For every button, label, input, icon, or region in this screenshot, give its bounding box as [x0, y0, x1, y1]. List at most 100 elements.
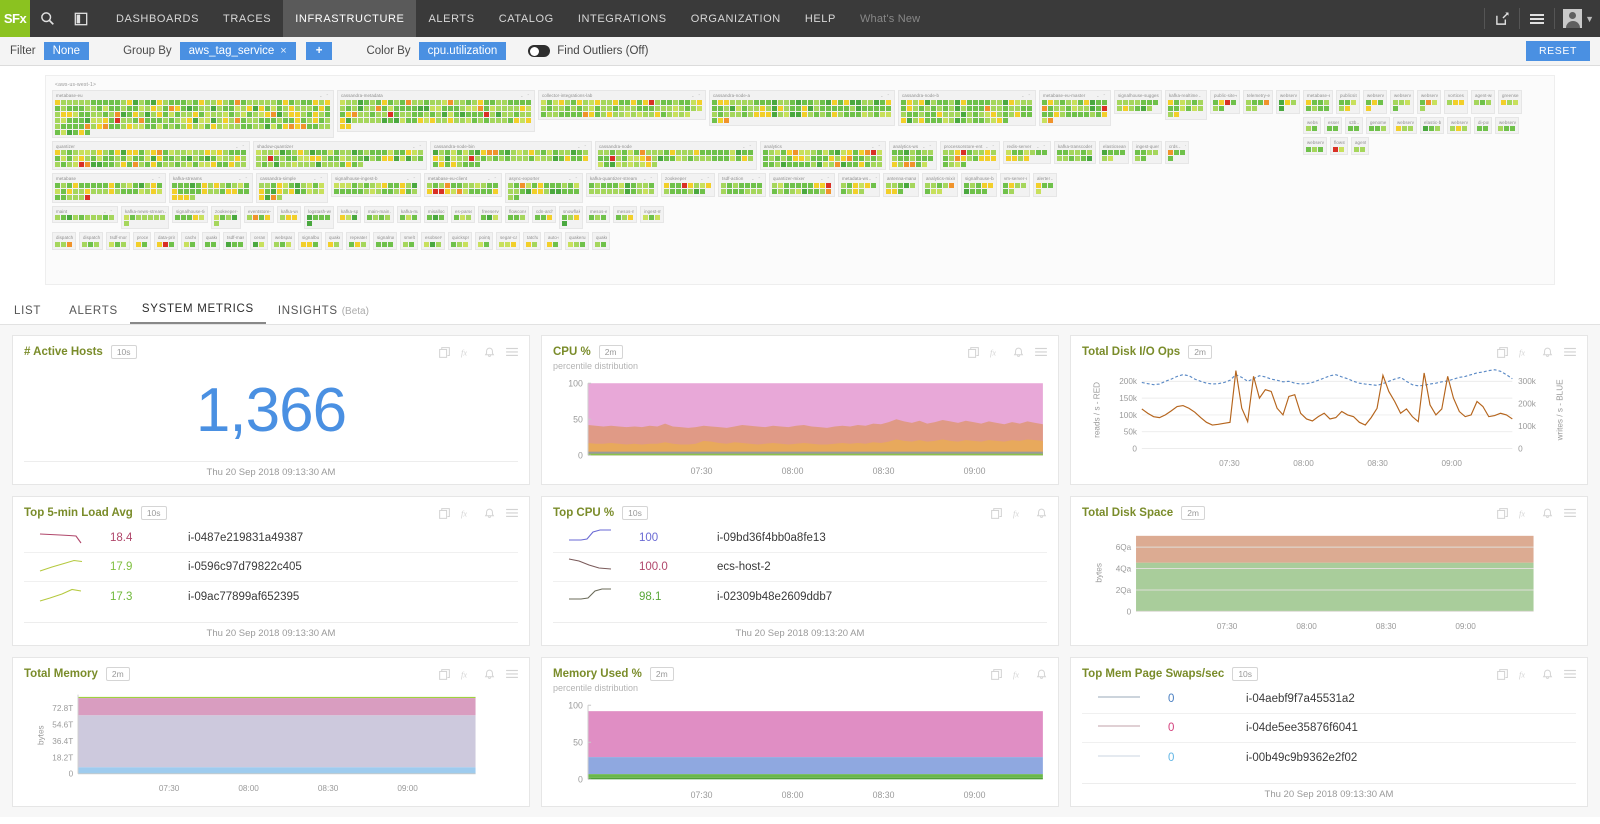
heatmap-cell[interactable]: [817, 156, 822, 161]
heatmap-cell[interactable]: [763, 162, 768, 167]
heatmap-group[interactable]: kafka-manager-2⌄ ⌃: [397, 205, 421, 223]
sidebar-toggle-icon[interactable]: [64, 0, 98, 37]
heatmap-group-controls-icon[interactable]: ⌄ ⌃: [577, 144, 588, 149]
heatmap-cell[interactable]: [508, 188, 513, 194]
heatmap-cell[interactable]: [235, 99, 240, 105]
heatmap-cell[interactable]: [394, 188, 399, 194]
heatmap-cell[interactable]: [301, 111, 306, 117]
heatmap-cell[interactable]: [355, 241, 360, 247]
heatmap-cell[interactable]: [1141, 105, 1146, 111]
heatmap-cell[interactable]: [835, 156, 840, 161]
heatmap-group-controls-icon[interactable]: ⌄ ⌃: [520, 93, 531, 98]
heatmap-cell[interactable]: [313, 105, 318, 111]
heatmap-cell[interactable]: [742, 150, 747, 155]
heatmap-cell[interactable]: [619, 188, 624, 194]
heatmap-cell[interactable]: [364, 182, 369, 188]
heatmap-cell[interactable]: [619, 105, 624, 111]
heatmap-group[interactable]: quantizer ⌄ ⌃: [52, 140, 250, 170]
heatmap-root[interactable]: <aws-us-west-1> metabase-eu ⌄ ⌃ cassandra-…: [45, 75, 1555, 285]
heatmap-cell[interactable]: [607, 99, 612, 105]
heatmap-cell[interactable]: [880, 111, 885, 117]
heatmap-cell[interactable]: [571, 111, 576, 117]
heatmap-cell[interactable]: [121, 188, 126, 194]
heatmap-cell[interactable]: [103, 123, 108, 129]
heatmap-cell[interactable]: [1009, 182, 1014, 188]
nav-item-organization[interactable]: ORGANIZATION: [679, 0, 793, 37]
filter-value-button[interactable]: None: [43, 42, 90, 60]
heatmap-cell[interactable]: [1174, 99, 1179, 105]
heatmap-cell[interactable]: [151, 188, 156, 194]
heatmap-cell[interactable]: [115, 162, 120, 167]
heatmap-cell[interactable]: [292, 156, 297, 161]
duplicate-icon[interactable]: [439, 668, 450, 680]
heatmap-cell[interactable]: [412, 182, 417, 188]
heatmap-cell[interactable]: [289, 111, 294, 117]
heatmap-cell[interactable]: [307, 117, 312, 123]
heatmap-cell[interactable]: [85, 194, 90, 200]
heatmap-cell[interactable]: [637, 99, 642, 105]
heatmap-cell[interactable]: [778, 105, 783, 111]
heatmap-cell[interactable]: [184, 188, 189, 194]
heatmap-group[interactable]: mesos-node-core⌄ ⌃: [613, 205, 637, 223]
heatmap-cell[interactable]: [718, 99, 723, 105]
heatmap-cell[interactable]: [568, 182, 573, 188]
heatmap-cell[interactable]: [292, 215, 297, 220]
heatmap-cell[interactable]: [268, 150, 273, 155]
heatmap-cell[interactable]: [652, 156, 657, 161]
heatmap-cell[interactable]: [346, 156, 351, 161]
heatmap-cell[interactable]: [613, 111, 618, 117]
heatmap-cell[interactable]: [814, 182, 819, 188]
heatmap-cell[interactable]: [712, 105, 717, 111]
heatmap-cell[interactable]: [532, 241, 537, 247]
heatmap-cell[interactable]: [820, 182, 825, 188]
heatmap-cell[interactable]: [127, 111, 132, 117]
heatmap-cell[interactable]: [388, 182, 393, 188]
heatmap-cell[interactable]: [484, 105, 489, 111]
heatmap-cell[interactable]: [55, 162, 60, 167]
heatmap-cell[interactable]: [961, 99, 966, 105]
heatmap-cell[interactable]: [478, 105, 483, 111]
heatmap-cell[interactable]: [700, 156, 705, 161]
heatmap-cell[interactable]: [346, 215, 351, 220]
heatmap-cell[interactable]: [211, 150, 216, 155]
heatmap-cell[interactable]: [1048, 111, 1053, 117]
heatmap-cell[interactable]: [181, 117, 186, 123]
heatmap-cell[interactable]: [139, 105, 144, 111]
heatmap-cell[interactable]: [1063, 156, 1068, 161]
heatmap-group[interactable]: eventstore-ws⌄ ⌃: [244, 205, 274, 223]
heatmap-cell[interactable]: [577, 111, 582, 117]
heatmap-cell[interactable]: [442, 99, 447, 105]
heatmap-cell[interactable]: [961, 150, 966, 155]
heatmap-cell[interactable]: [997, 99, 1002, 105]
heatmap-cell[interactable]: [307, 215, 312, 220]
heatmap-cell[interactable]: [985, 111, 990, 117]
nav-item-infrastructure[interactable]: INFRASTRUCTURE: [283, 0, 417, 37]
heatmap-cell[interactable]: [61, 117, 66, 123]
heatmap-cell[interactable]: [976, 182, 981, 188]
heatmap-cell[interactable]: [187, 111, 192, 117]
heatmap-cell[interactable]: [730, 111, 735, 117]
heatmap-group-controls-icon[interactable]: ⌄ ⌃: [1096, 93, 1107, 98]
heatmap-group[interactable]: kafka-worker-beta⌄ ⌃: [277, 205, 301, 223]
heatmap-cell[interactable]: [103, 182, 108, 188]
heatmap-cell[interactable]: [184, 194, 189, 200]
heatmap-cell[interactable]: [511, 150, 516, 155]
fx-icon[interactable]: fx: [461, 669, 473, 680]
heatmap-cell[interactable]: [595, 188, 600, 194]
heatmap-cell[interactable]: [1042, 150, 1047, 155]
heatmap-cell[interactable]: [796, 105, 801, 111]
heatmap-cell[interactable]: [1021, 105, 1026, 111]
heatmap-group[interactable]: signalhouse-backfill-2⌄ ⌃: [961, 173, 997, 197]
heatmap-cell[interactable]: [451, 241, 456, 247]
heatmap-cell[interactable]: [907, 99, 912, 105]
heatmap-cell[interactable]: [61, 129, 66, 135]
heatmap-cell[interactable]: [202, 188, 207, 194]
heatmap-cell[interactable]: [1030, 150, 1035, 155]
heatmap-cell[interactable]: [943, 162, 948, 167]
cpu-percent-chart[interactable]: 05010007:30 08:00 08:30 09:00: [553, 375, 1047, 482]
heatmap-cell[interactable]: [466, 215, 471, 220]
heatmap-cell[interactable]: [286, 162, 291, 167]
heatmap-cell[interactable]: [511, 241, 516, 247]
heatmap-group[interactable]: metabase ⌄ ⌃: [52, 173, 166, 203]
heatmap-cell[interactable]: [577, 99, 582, 105]
